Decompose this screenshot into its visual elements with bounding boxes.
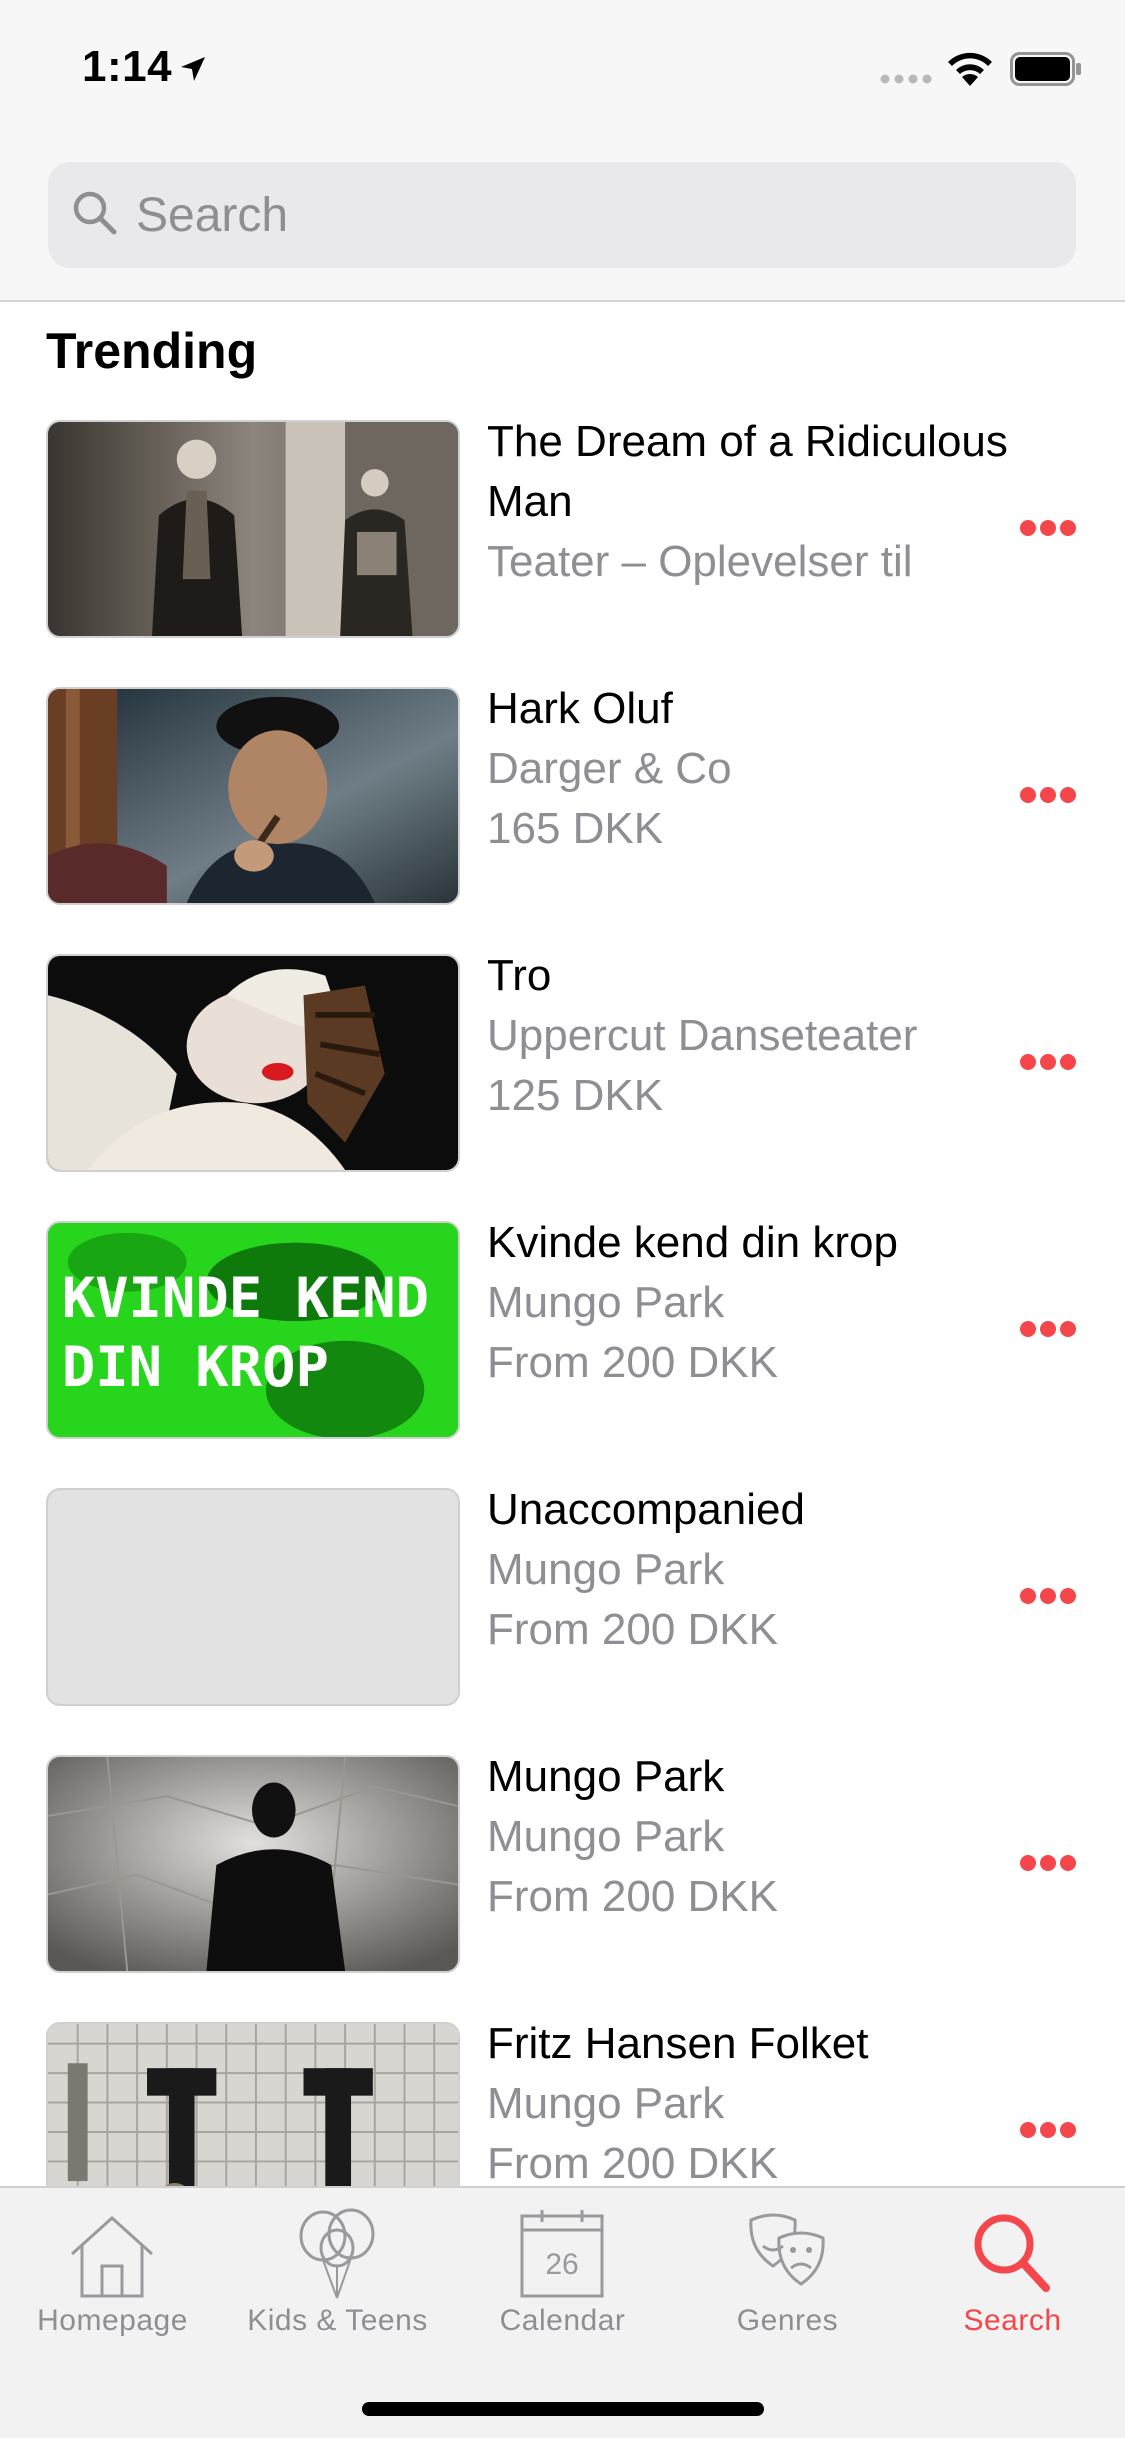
thumbnail-text-line2: DIN KROP	[62, 1336, 329, 1400]
tab-bar: Homepage Kids & Teens 26 Calendar Genres	[0, 2186, 1125, 2438]
thumbnail-text-line1: KVINDE KEND	[62, 1267, 429, 1331]
search-icon	[974, 2214, 1050, 2292]
list-item[interactable]: The Dream of a Ridiculous Man Teater – O…	[0, 417, 1125, 642]
battery-icon	[1010, 52, 1081, 86]
event-thumbnail-placeholder	[46, 1488, 460, 1706]
item-price: From 200 DKK	[487, 1872, 778, 1921]
tab-homepage[interactable]: Homepage	[0, 2198, 225, 2368]
tab-label: Calendar	[499, 2304, 626, 2337]
more-options-icon[interactable]	[1018, 2118, 1078, 2142]
event-thumbnail	[46, 687, 460, 905]
house-icon	[70, 2215, 154, 2298]
item-venue: Mungo Park	[487, 2079, 725, 2128]
item-texts: Kvinde kend din krop Mungo Park From 200…	[487, 1213, 1047, 1393]
status-time: 1:14	[82, 42, 173, 91]
search-icon	[73, 191, 117, 235]
search-input[interactable]	[136, 162, 1036, 268]
item-title: Hark Oluf	[487, 684, 673, 733]
list-item[interactable]: Tro Uppercut Danseteater 125 DKK	[0, 951, 1125, 1176]
item-price: From 200 DKK	[487, 1605, 778, 1654]
tab-label: Homepage	[37, 2304, 188, 2337]
item-texts: Unaccompanied Mungo Park From 200 DKK	[487, 1480, 1047, 1660]
tab-calendar[interactable]: 26 Calendar	[450, 2198, 675, 2368]
more-options-icon[interactable]	[1018, 516, 1078, 540]
item-title: Unaccompanied	[487, 1485, 805, 1534]
item-title: The Dream of a Ridiculous Man	[487, 417, 1008, 526]
item-texts: Tro Uppercut Danseteater 125 DKK	[487, 946, 1047, 1126]
home-indicator[interactable]	[362, 2402, 764, 2416]
tab-genres[interactable]: Genres	[675, 2198, 900, 2368]
tab-label: Genres	[736, 2304, 839, 2337]
item-price: From 200 DKK	[487, 1338, 778, 1387]
item-venue: Mungo Park	[487, 1545, 725, 1594]
event-thumbnail: KVINDE KEND DIN KROP	[46, 1221, 460, 1439]
item-venue: Darger & Co	[487, 744, 732, 793]
more-options-icon[interactable]	[1018, 1851, 1078, 1875]
location-arrow-icon	[181, 57, 205, 81]
cellular-signal-icon	[880, 74, 932, 84]
event-thumbnail	[46, 954, 460, 1172]
item-price: From 200 DKK	[487, 2139, 778, 2188]
item-venue: Mungo Park	[487, 1278, 725, 1327]
tab-kids-teens[interactable]: Kids & Teens	[225, 2198, 450, 2368]
item-texts: Fritz Hansen Folket Mungo Park From 200 …	[487, 2014, 1047, 2194]
item-title: Tro	[487, 951, 552, 1000]
status-bar: 1:14	[0, 0, 1125, 132]
item-texts: The Dream of a Ridiculous Man Teater – O…	[487, 412, 1047, 592]
more-options-icon[interactable]	[1018, 783, 1078, 807]
search-bar[interactable]	[48, 162, 1076, 268]
list-item[interactable]: Hark Oluf Darger & Co 165 DKK	[0, 684, 1125, 909]
item-venue: Mungo Park	[487, 1812, 725, 1861]
list-item[interactable]: KVINDE KEND DIN KROP Kvinde kend din kro…	[0, 1218, 1125, 1443]
more-options-icon[interactable]	[1018, 1050, 1078, 1074]
event-thumbnail	[46, 1755, 460, 1973]
item-title: Kvinde kend din krop	[487, 1218, 898, 1267]
item-venue: Uppercut Danseteater	[487, 1011, 918, 1060]
wifi-icon	[948, 52, 992, 86]
more-options-icon[interactable]	[1018, 1317, 1078, 1341]
calendar-icon: 26	[520, 2210, 604, 2298]
balloons-icon	[299, 2208, 375, 2299]
tab-search[interactable]: Search	[900, 2198, 1125, 2368]
item-title: Mungo Park	[487, 1752, 725, 1801]
list-item[interactable]: Mungo Park Mungo Park From 200 DKK	[0, 1752, 1125, 1977]
list-item[interactable]: Unaccompanied Mungo Park From 200 DKK	[0, 1485, 1125, 1710]
item-texts: Mungo Park Mungo Park From 200 DKK	[487, 1747, 1047, 1927]
more-options-icon[interactable]	[1018, 1584, 1078, 1608]
item-price: 165 DKK	[487, 804, 664, 853]
search-header	[0, 132, 1125, 302]
item-title: Fritz Hansen Folket	[487, 2019, 869, 2068]
theater-masks-icon	[749, 2213, 825, 2286]
event-thumbnail	[46, 420, 460, 638]
tab-label: Search	[963, 2304, 1062, 2337]
tab-label: Kids & Teens	[247, 2304, 428, 2337]
section-title: Trending	[46, 323, 258, 379]
item-venue: Teater – Oplevelser til	[487, 537, 913, 586]
item-texts: Hark Oluf Darger & Co 165 DKK	[487, 679, 1047, 859]
item-price: 125 DKK	[487, 1071, 664, 1120]
calendar-day: 26	[545, 2248, 578, 2281]
